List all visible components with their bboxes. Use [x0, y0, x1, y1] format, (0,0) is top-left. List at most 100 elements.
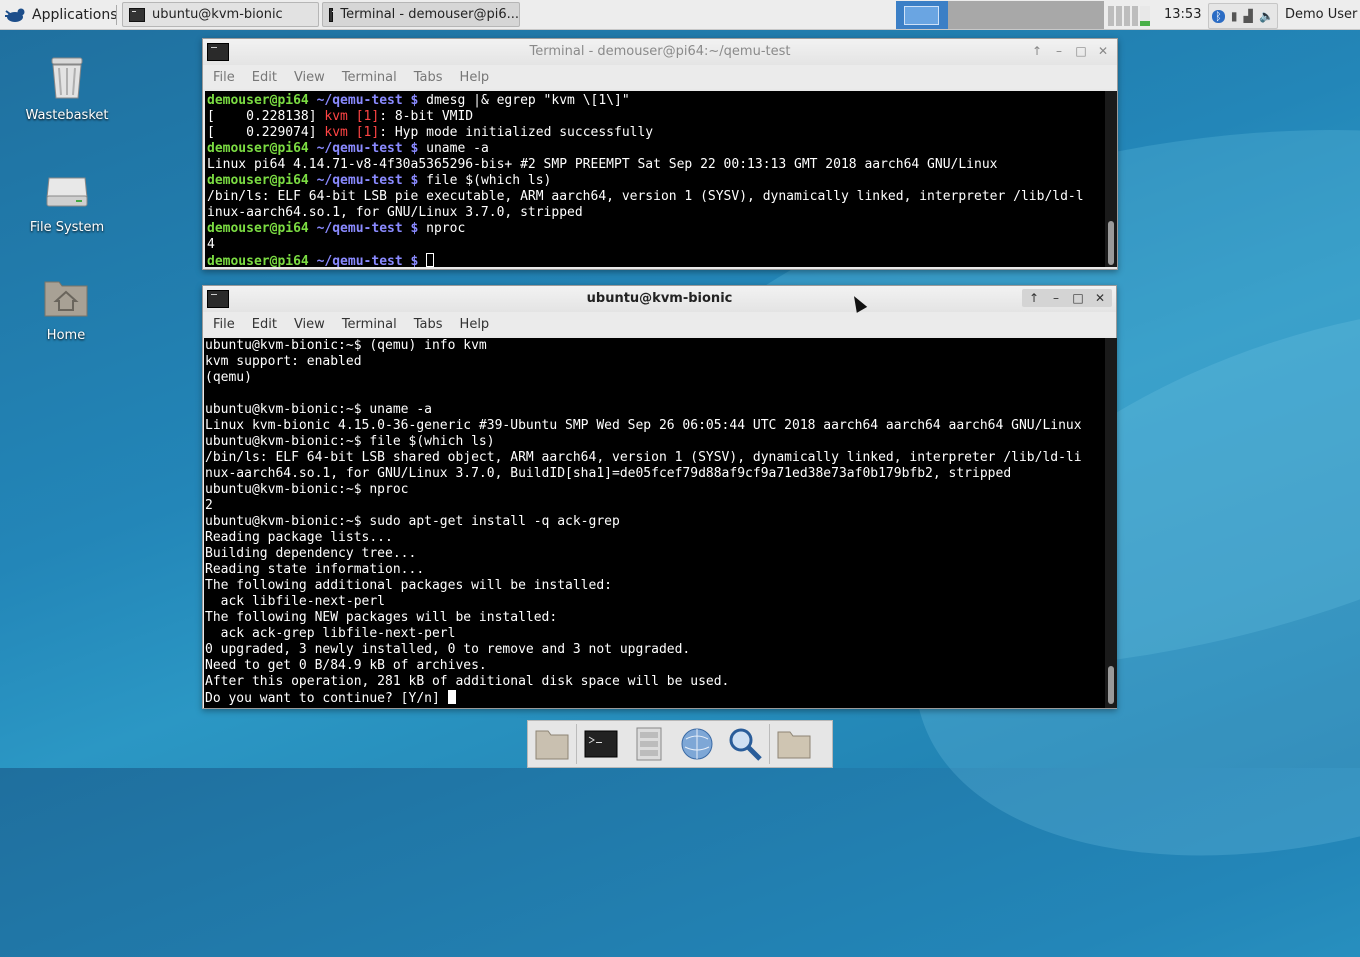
close-button[interactable]: ✕ — [1093, 42, 1113, 60]
workspace-2[interactable] — [948, 1, 1001, 29]
terminal-window-pi64[interactable]: Terminal - demouser@pi64:~/qemu-test ↑ –… — [202, 38, 1118, 270]
menu-file[interactable]: File — [211, 70, 244, 85]
dock-item-file-manager[interactable] — [625, 722, 673, 766]
workspace-3[interactable] — [1000, 1, 1053, 29]
search-icon — [729, 728, 762, 761]
menu-help[interactable]: Help — [458, 317, 499, 332]
menu-view[interactable]: View — [292, 317, 334, 332]
network-icon[interactable]: ▮ — [1231, 9, 1238, 23]
close-button[interactable]: ✕ — [1090, 289, 1110, 307]
terminal-output[interactable]: ubuntu@kvm-bionic:~$ (qemu) info kvm kvm … — [204, 338, 1117, 708]
maximize-button[interactable]: □ — [1068, 289, 1088, 307]
workspace-4[interactable] — [1052, 1, 1105, 29]
window-title: ubuntu@kvm-bionic — [586, 291, 733, 306]
terminal-line: ubuntu@kvm-bionic:~$ (qemu) info kvm — [205, 338, 487, 353]
window-titlebar[interactable]: ubuntu@kvm-bionic ↑ – □ ✕ — [203, 286, 1116, 312]
terminal-line: Building dependency tree... — [205, 546, 417, 561]
terminal-line: /bin/ls: ELF 64-bit LSB pie executable, … — [207, 189, 1084, 204]
terminal-line: 2 — [205, 498, 213, 513]
menu-help[interactable]: Help — [458, 70, 499, 85]
terminal-line: Need to get 0 B/84.9 kB of archives. — [205, 658, 487, 673]
window-title: Terminal - demouser@pi64:~/qemu-test — [529, 44, 791, 59]
scrollbar[interactable] — [1105, 338, 1117, 708]
top-panel: Applications ubuntu@kvm-bionic Terminal … — [0, 0, 1360, 30]
xfce-mouse-icon — [5, 8, 25, 22]
terminal-line: ubuntu@kvm-bionic:~$ file $(which ls) — [205, 434, 495, 449]
terminal-line: Do you want to continue? [Y/n] — [205, 690, 1117, 706]
dock-item-search[interactable] — [721, 722, 769, 766]
bluetooth-icon[interactable]: ᛒ — [1212, 9, 1225, 23]
dock-item-desktop[interactable] — [528, 722, 576, 766]
terminal-line: Linux kvm-bionic 4.15.0-36-generic #39-U… — [205, 418, 1082, 433]
menu-bar: File Edit View Terminal Tabs Help — [203, 65, 1117, 89]
terminal-line: ack ack-grep libfile-next-perl — [205, 626, 456, 641]
maximize-button[interactable]: □ — [1071, 42, 1091, 60]
terminal-line: 4 — [207, 237, 215, 252]
terminal-cursor — [426, 253, 435, 267]
desktop-icon-label: Wastebasket — [25, 108, 109, 123]
desktop-icon-wastebasket[interactable]: Wastebasket — [12, 54, 122, 123]
terminal-line: demouser@pi64 ~/qemu-test $ dmesg |& egr… — [207, 93, 630, 108]
terminal-line: inux-aarch64.so.1, for GNU/Linux 3.7.0, … — [207, 205, 583, 220]
terminal-line: demouser@pi64 ~/qemu-test $ nproc — [207, 221, 466, 236]
task-ubuntu-kvm-bionic[interactable]: ubuntu@kvm-bionic — [122, 2, 319, 27]
terminal-line: demouser@pi64 ~/qemu-test $ file $(which… — [207, 173, 552, 188]
menu-file[interactable]: File — [211, 317, 244, 332]
user-menu[interactable]: Demo User — [1285, 7, 1357, 22]
shade-button[interactable]: ↑ — [1024, 289, 1044, 307]
terminal-line: ubuntu@kvm-bionic:~$ nproc — [205, 482, 409, 497]
terminal-line: (qemu) — [205, 370, 252, 385]
terminal-cursor — [447, 690, 456, 704]
terminal-window-kvm-bionic[interactable]: ubuntu@kvm-bionic ↑ – □ ✕ File Edit View… — [202, 285, 1117, 709]
terminal-line: Reading state information... — [205, 562, 425, 577]
system-tray: ᛒ ▮ ▟ 🔈 — [1208, 3, 1278, 29]
terminal-line: Reading package lists... — [205, 530, 393, 545]
terminal-line: Linux pi64 4.14.71-v8-4f30a5365296-bis+ … — [207, 157, 998, 172]
menu-terminal[interactable]: Terminal — [340, 70, 406, 85]
terminal-line: [ 0.229074] kvm [1]: Hyp mode initialize… — [207, 125, 654, 140]
panel-separator — [116, 5, 117, 25]
window-titlebar[interactable]: Terminal - demouser@pi64:~/qemu-test ↑ –… — [203, 39, 1117, 65]
trash-icon — [44, 54, 90, 102]
terminal-line: The following additional packages will b… — [205, 578, 612, 593]
terminal-line: ubuntu@kvm-bionic:~$ uname -a — [205, 402, 432, 417]
folder-icon — [777, 731, 811, 759]
terminal-line: ack libfile-next-perl — [205, 594, 386, 609]
terminal-icon — [584, 730, 618, 758]
signal-icon[interactable]: ▟ — [1244, 9, 1253, 23]
task-terminal-demouser[interactable]: Terminal - demouser@pi6... — [322, 2, 520, 27]
show-desktop-icon — [535, 730, 569, 760]
desktop-icon-label: File System — [29, 220, 105, 235]
desktop-icon-label: Home — [46, 328, 86, 343]
terminal-line: [ 0.228138] kvm [1]: 8-bit VMID — [207, 109, 474, 124]
dock-item-terminal[interactable] — [577, 722, 625, 766]
terminal-icon — [129, 7, 145, 22]
dock-item-folder[interactable] — [770, 722, 818, 766]
launcher-dock — [527, 720, 833, 768]
desktop-icon-home[interactable]: Home — [11, 274, 121, 343]
menu-view[interactable]: View — [292, 70, 334, 85]
task-label: Terminal - demouser@pi6... — [340, 7, 519, 22]
minimize-button[interactable]: – — [1049, 42, 1069, 60]
minimize-button[interactable]: – — [1046, 289, 1066, 307]
desktop-icon-file-system[interactable]: File System — [12, 166, 122, 235]
applications-menu[interactable]: Applications — [4, 3, 118, 27]
menu-edit[interactable]: Edit — [250, 70, 286, 85]
menu-tabs[interactable]: Tabs — [412, 317, 452, 332]
volume-icon[interactable]: 🔈 — [1259, 9, 1274, 23]
terminal-line: demouser@pi64 ~/qemu-test $ uname -a — [207, 141, 489, 156]
workspace-1[interactable] — [896, 1, 949, 29]
menu-tabs[interactable]: Tabs — [412, 70, 452, 85]
scrollbar[interactable] — [1105, 91, 1117, 267]
task-label: ubuntu@kvm-bionic — [152, 7, 283, 22]
terminal-line: /bin/ls: ELF 64-bit LSB shared object, A… — [205, 450, 1082, 465]
clock[interactable]: 13:53 — [1164, 7, 1201, 22]
menu-edit[interactable]: Edit — [250, 317, 286, 332]
file-manager-icon — [636, 727, 662, 761]
dock-item-browser[interactable] — [673, 722, 721, 766]
terminal-output[interactable]: demouser@pi64 ~/qemu-test $ dmesg |& egr… — [205, 91, 1117, 267]
shade-button[interactable]: ↑ — [1027, 42, 1047, 60]
menu-terminal[interactable]: Terminal — [340, 317, 406, 332]
home-folder-icon — [43, 274, 89, 322]
